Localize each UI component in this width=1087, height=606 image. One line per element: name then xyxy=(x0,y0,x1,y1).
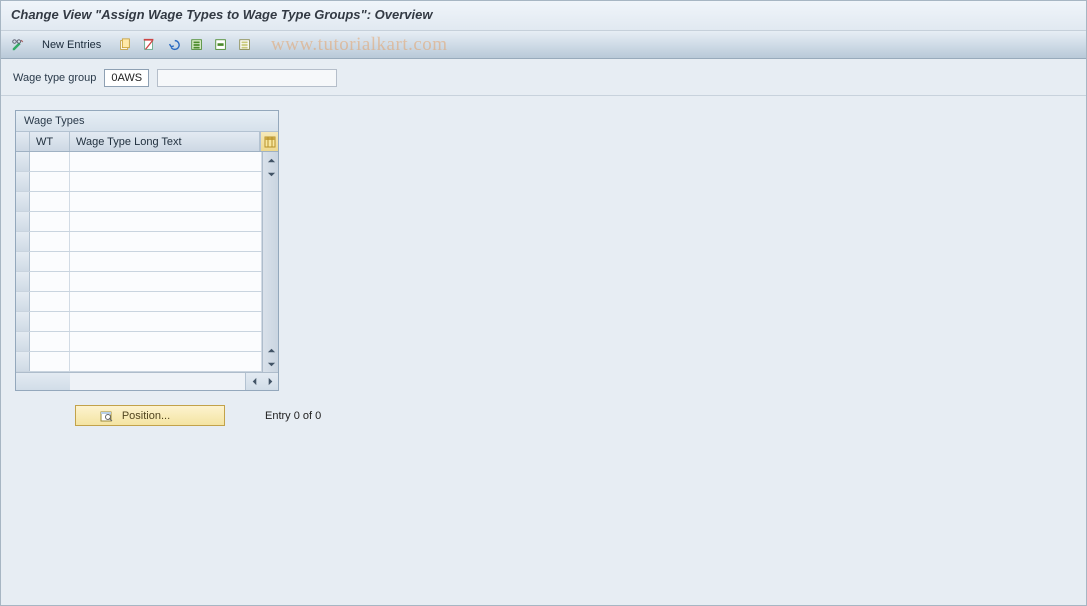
cell-wt[interactable] xyxy=(30,172,70,191)
row-selector[interactable] xyxy=(16,352,30,371)
column-header-long-text[interactable]: Wage Type Long Text xyxy=(70,132,260,151)
table-row xyxy=(16,332,262,352)
row-selector[interactable] xyxy=(16,212,30,231)
scroll-right-button[interactable] xyxy=(262,374,278,390)
row-selector[interactable] xyxy=(16,312,30,331)
cell-wt[interactable] xyxy=(30,312,70,331)
cell-long-text[interactable] xyxy=(70,332,262,351)
cell-long-text[interactable] xyxy=(70,272,262,291)
row-selector[interactable] xyxy=(16,292,30,311)
filter-row: Wage type group 0AWS xyxy=(1,59,1086,96)
copy-as-button[interactable] xyxy=(116,36,134,54)
content-area: Wage Types WT Wage Type Long Text xyxy=(1,96,1086,426)
scroll-down-button[interactable] xyxy=(263,356,279,372)
select-all-button[interactable] xyxy=(188,36,206,54)
page-title: Change View "Assign Wage Types to Wage T… xyxy=(1,1,1086,31)
row-selector[interactable] xyxy=(16,232,30,251)
scroll-left-button[interactable] xyxy=(246,374,262,390)
delete-button[interactable] xyxy=(140,36,158,54)
table-body xyxy=(16,152,278,372)
cell-wt[interactable] xyxy=(30,272,70,291)
wage-type-group-desc-field xyxy=(157,69,337,87)
table-select-all-header[interactable] xyxy=(16,132,30,151)
wage-types-panel-title: Wage Types xyxy=(16,111,278,132)
deselect-all-button[interactable] xyxy=(236,36,254,54)
table-row xyxy=(16,192,262,212)
position-button[interactable]: Position... xyxy=(75,405,225,426)
cell-wt[interactable] xyxy=(30,332,70,351)
cell-wt[interactable] xyxy=(30,152,70,171)
wage-type-group-label: Wage type group xyxy=(13,72,96,84)
row-selector[interactable] xyxy=(16,172,30,191)
entry-count-text: Entry 0 of 0 xyxy=(265,410,321,422)
cell-wt[interactable] xyxy=(30,292,70,311)
delete-icon xyxy=(142,38,156,52)
cell-long-text[interactable] xyxy=(70,172,262,191)
undo-icon xyxy=(166,38,180,52)
position-icon xyxy=(100,409,114,423)
cell-long-text[interactable] xyxy=(70,212,262,231)
table-footer xyxy=(16,372,278,390)
row-selector[interactable] xyxy=(16,252,30,271)
deselect-all-icon xyxy=(238,38,252,52)
table-settings-icon xyxy=(264,136,276,148)
chevron-left-icon xyxy=(250,377,259,386)
wage-types-panel: Wage Types WT Wage Type Long Text xyxy=(15,110,279,391)
chevron-down-icon xyxy=(267,360,276,369)
scroll-down-top-button[interactable] xyxy=(263,166,279,182)
cell-long-text[interactable] xyxy=(70,152,262,171)
cell-wt[interactable] xyxy=(30,232,70,251)
row-selector[interactable] xyxy=(16,152,30,171)
cell-long-text[interactable] xyxy=(70,292,262,311)
table-row xyxy=(16,252,262,272)
new-entries-button[interactable]: New Entries xyxy=(33,36,110,54)
cell-wt[interactable] xyxy=(30,212,70,231)
table-row xyxy=(16,232,262,252)
table-row xyxy=(16,152,262,172)
wage-type-group-code-input[interactable]: 0AWS xyxy=(104,69,149,87)
cell-long-text[interactable] xyxy=(70,352,262,371)
table-configure-button[interactable] xyxy=(260,132,278,151)
chevron-down-icon xyxy=(267,170,276,179)
chevron-right-icon xyxy=(266,377,275,386)
select-all-icon xyxy=(190,38,204,52)
table-row xyxy=(16,212,262,232)
row-selector[interactable] xyxy=(16,272,30,291)
app-root: Change View "Assign Wage Types to Wage T… xyxy=(0,0,1087,606)
chevron-up-icon xyxy=(267,346,276,355)
cell-long-text[interactable] xyxy=(70,232,262,251)
undo-button[interactable] xyxy=(164,36,182,54)
cell-wt[interactable] xyxy=(30,192,70,211)
footer-row: Position... Entry 0 of 0 xyxy=(15,391,1086,426)
position-button-label: Position... xyxy=(122,410,170,422)
cell-wt[interactable] xyxy=(30,252,70,271)
table-row xyxy=(16,312,262,332)
horizontal-scrollbar-track[interactable] xyxy=(70,373,246,390)
row-selector[interactable] xyxy=(16,192,30,211)
watermark-text: www.tutorialkart.com xyxy=(271,31,448,59)
chevron-up-icon xyxy=(267,156,276,165)
cell-wt[interactable] xyxy=(30,352,70,371)
pencil-glasses-icon xyxy=(11,38,25,52)
row-selector[interactable] xyxy=(16,332,30,351)
cell-long-text[interactable] xyxy=(70,252,262,271)
select-block-button[interactable] xyxy=(212,36,230,54)
table-row xyxy=(16,352,262,372)
column-header-wt[interactable]: WT xyxy=(30,132,70,151)
table-rows-container xyxy=(16,152,262,372)
table-row xyxy=(16,172,262,192)
toggle-change-button[interactable] xyxy=(9,36,27,54)
cell-long-text[interactable] xyxy=(70,192,262,211)
app-toolbar: New Entries www.tutorialkart.com xyxy=(1,31,1086,59)
cell-long-text[interactable] xyxy=(70,312,262,331)
table-header: WT Wage Type Long Text xyxy=(16,132,278,152)
copy-icon xyxy=(118,38,132,52)
vertical-scrollbar[interactable] xyxy=(262,152,278,372)
table-row xyxy=(16,292,262,312)
select-block-icon xyxy=(214,38,228,52)
table-row xyxy=(16,272,262,292)
